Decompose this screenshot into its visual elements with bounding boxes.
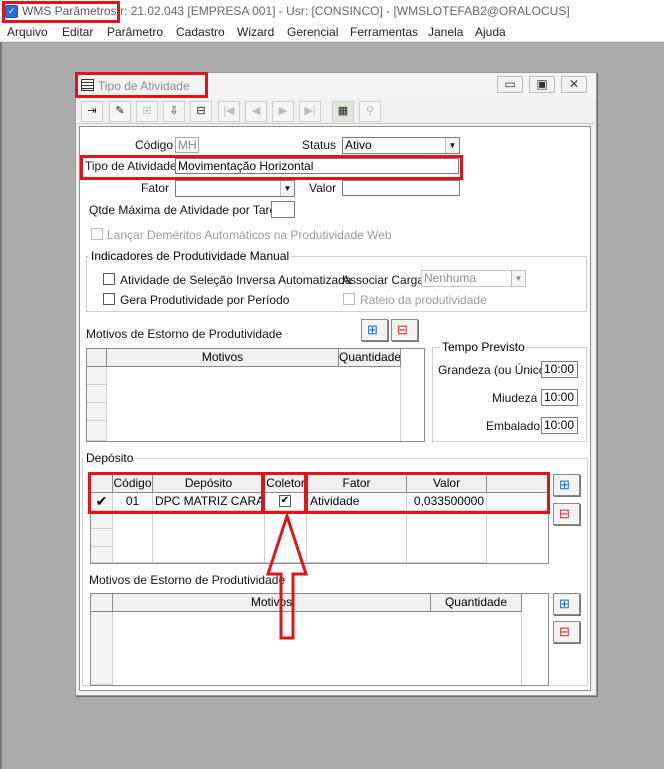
grid-view-icon[interactable]: ▦ xyxy=(332,101,354,122)
qtde-maxima-label: Qtde Máxima de Atividade por Tarefa xyxy=(89,203,287,217)
app-title-rest: r: 21.02.043 [EMPRESA 001] - Usr: [CONSI… xyxy=(120,4,570,18)
add-row-icon: ⊞ xyxy=(559,477,570,492)
highlight-coletor xyxy=(262,472,307,514)
add-motivo-button-2[interactable]: ⊞ xyxy=(553,593,580,615)
menu-ajuda[interactable]: Ajuda xyxy=(475,25,506,39)
motivos-estorno-title-2: Motivos de Estorno de Produtividade xyxy=(89,573,286,587)
lancar-demeritos-checkbox[interactable] xyxy=(91,228,103,240)
new-record-icon[interactable]: ⊞ xyxy=(136,101,158,122)
highlight-window-title xyxy=(75,72,208,98)
add-deposito-button[interactable]: ⊞ xyxy=(553,474,580,496)
motivos-estorno-title: Motivos de Estorno de Produtividade xyxy=(86,327,283,341)
valor-field[interactable] xyxy=(342,180,460,196)
associar-carga-select[interactable]: Nenhuma ▼ xyxy=(421,270,526,287)
tempo-previsto-caption: Tempo Previsto xyxy=(440,340,527,354)
save-icon[interactable]: ⇩ xyxy=(163,101,185,122)
chevron-down-icon: ▼ xyxy=(280,181,294,196)
miudeza-field[interactable]: 10:00 xyxy=(541,389,578,406)
window-toolbar: ⇥ ✎ ⊞ ⇩ ⊟ |◀ ◀ ▶ ▶| ▦ ⚲ xyxy=(78,98,594,124)
up-arrow-annotation xyxy=(265,512,309,640)
associar-carga-label: Associar Carga xyxy=(342,273,425,287)
delete-icon[interactable]: ⊟ xyxy=(190,101,212,122)
highlight-tipo-atividade xyxy=(80,155,463,180)
codigo-field[interactable]: MH xyxy=(175,137,199,153)
next-record-icon[interactable]: ▶ xyxy=(272,101,294,122)
fator-select[interactable]: ▼ xyxy=(175,180,295,197)
remove-row-icon: ⊟ xyxy=(397,322,408,337)
menu-parametro[interactable]: Parâmetro xyxy=(107,25,163,39)
col-quantidade-header[interactable]: Quantidade xyxy=(339,349,401,367)
arrow-shape xyxy=(265,512,309,640)
last-record-icon[interactable]: ▶| xyxy=(299,101,321,122)
remove-motivo-button[interactable]: ⊟ xyxy=(391,319,418,341)
menu-editar[interactable]: Editar xyxy=(62,25,93,39)
add-row-icon: ⊞ xyxy=(559,596,570,611)
menu-cadastro[interactable]: Cadastro xyxy=(176,25,225,39)
fator-label: Fator xyxy=(141,181,170,195)
menu-arquivo[interactable]: Arquivo xyxy=(7,25,48,39)
motivos-grid-2[interactable]: Motivos Quantidade xyxy=(90,593,549,686)
maximize-button[interactable]: ▣ xyxy=(529,76,555,93)
status-label: Status xyxy=(302,138,337,152)
gera-produtividade-checkbox[interactable] xyxy=(103,293,115,305)
previous-record-icon[interactable]: ◀ xyxy=(245,101,267,122)
menu-gerencial[interactable]: Gerencial xyxy=(287,25,338,39)
highlight-deposito-left xyxy=(88,472,264,514)
remove-row-icon: ⊟ xyxy=(559,624,570,639)
minimize-button[interactable]: ▭ xyxy=(497,76,523,93)
exit-icon[interactable]: ⇥ xyxy=(81,101,103,122)
qtde-maxima-field[interactable] xyxy=(271,201,295,218)
close-button[interactable]: ✕ xyxy=(561,76,587,93)
indicadores-caption: Indicadores de Produtividade Manual xyxy=(89,249,292,263)
status-value: Ativo xyxy=(345,138,372,152)
embalado-label: Embalado xyxy=(486,419,541,433)
add-row-icon: ⊞ xyxy=(367,322,378,337)
selecao-inversa-label: Atividade de Seleção Inversa Automatizad… xyxy=(120,273,352,287)
lancar-demeritos-label: Lançar Deméritos Automáticos na Produtiv… xyxy=(107,228,392,242)
grandeza-label: Grandeza (ou Único) xyxy=(438,363,550,377)
miudeza-label: Miudeza xyxy=(492,391,538,405)
deposito-caption: Depósito xyxy=(84,451,136,465)
menu-wizard[interactable]: Wizard xyxy=(237,25,274,39)
gera-produtividade-label: Gera Produtividade por Período xyxy=(120,293,290,307)
menu-janela[interactable]: Janela xyxy=(428,25,463,39)
highlight-deposito-right xyxy=(305,472,550,514)
valor-label: Valor xyxy=(309,181,337,195)
chevron-down-icon: ▼ xyxy=(511,271,525,286)
highlight-app-title xyxy=(2,1,120,23)
add-motivo-button[interactable]: ⊞ xyxy=(361,319,388,341)
menu-ferramentas[interactable]: Ferramentas xyxy=(350,25,418,39)
chevron-down-icon: ▼ xyxy=(445,138,459,153)
menu-bar: Arquivo Editar Parâmetro Cadastro Wizard… xyxy=(0,23,664,42)
codigo-label: Código xyxy=(135,138,174,152)
remove-motivo-button-2[interactable]: ⊟ xyxy=(553,621,580,643)
embalado-field[interactable]: 10:00 xyxy=(541,417,578,434)
rateio-checkbox[interactable] xyxy=(343,293,355,305)
remove-deposito-button[interactable]: ⊟ xyxy=(553,503,580,525)
status-select[interactable]: Ativo ▼ xyxy=(342,137,460,154)
remove-row-icon: ⊟ xyxy=(559,506,570,521)
col-quantidade-header-2[interactable]: Quantidade xyxy=(431,594,522,612)
rateio-label: Rateio da produtividade xyxy=(360,293,487,307)
eraser-icon[interactable]: ✎ xyxy=(109,101,131,122)
selecao-inversa-checkbox[interactable] xyxy=(103,273,115,285)
col-motivos-header[interactable]: Motivos xyxy=(107,349,339,367)
associar-carga-value: Nenhuma xyxy=(424,271,477,285)
first-record-icon[interactable]: |◀ xyxy=(218,101,240,122)
filter-icon[interactable]: ⚲ xyxy=(359,101,381,122)
grandeza-field[interactable]: 10:00 xyxy=(541,361,578,378)
motivos-grid[interactable]: Motivos Quantidade xyxy=(86,348,425,442)
